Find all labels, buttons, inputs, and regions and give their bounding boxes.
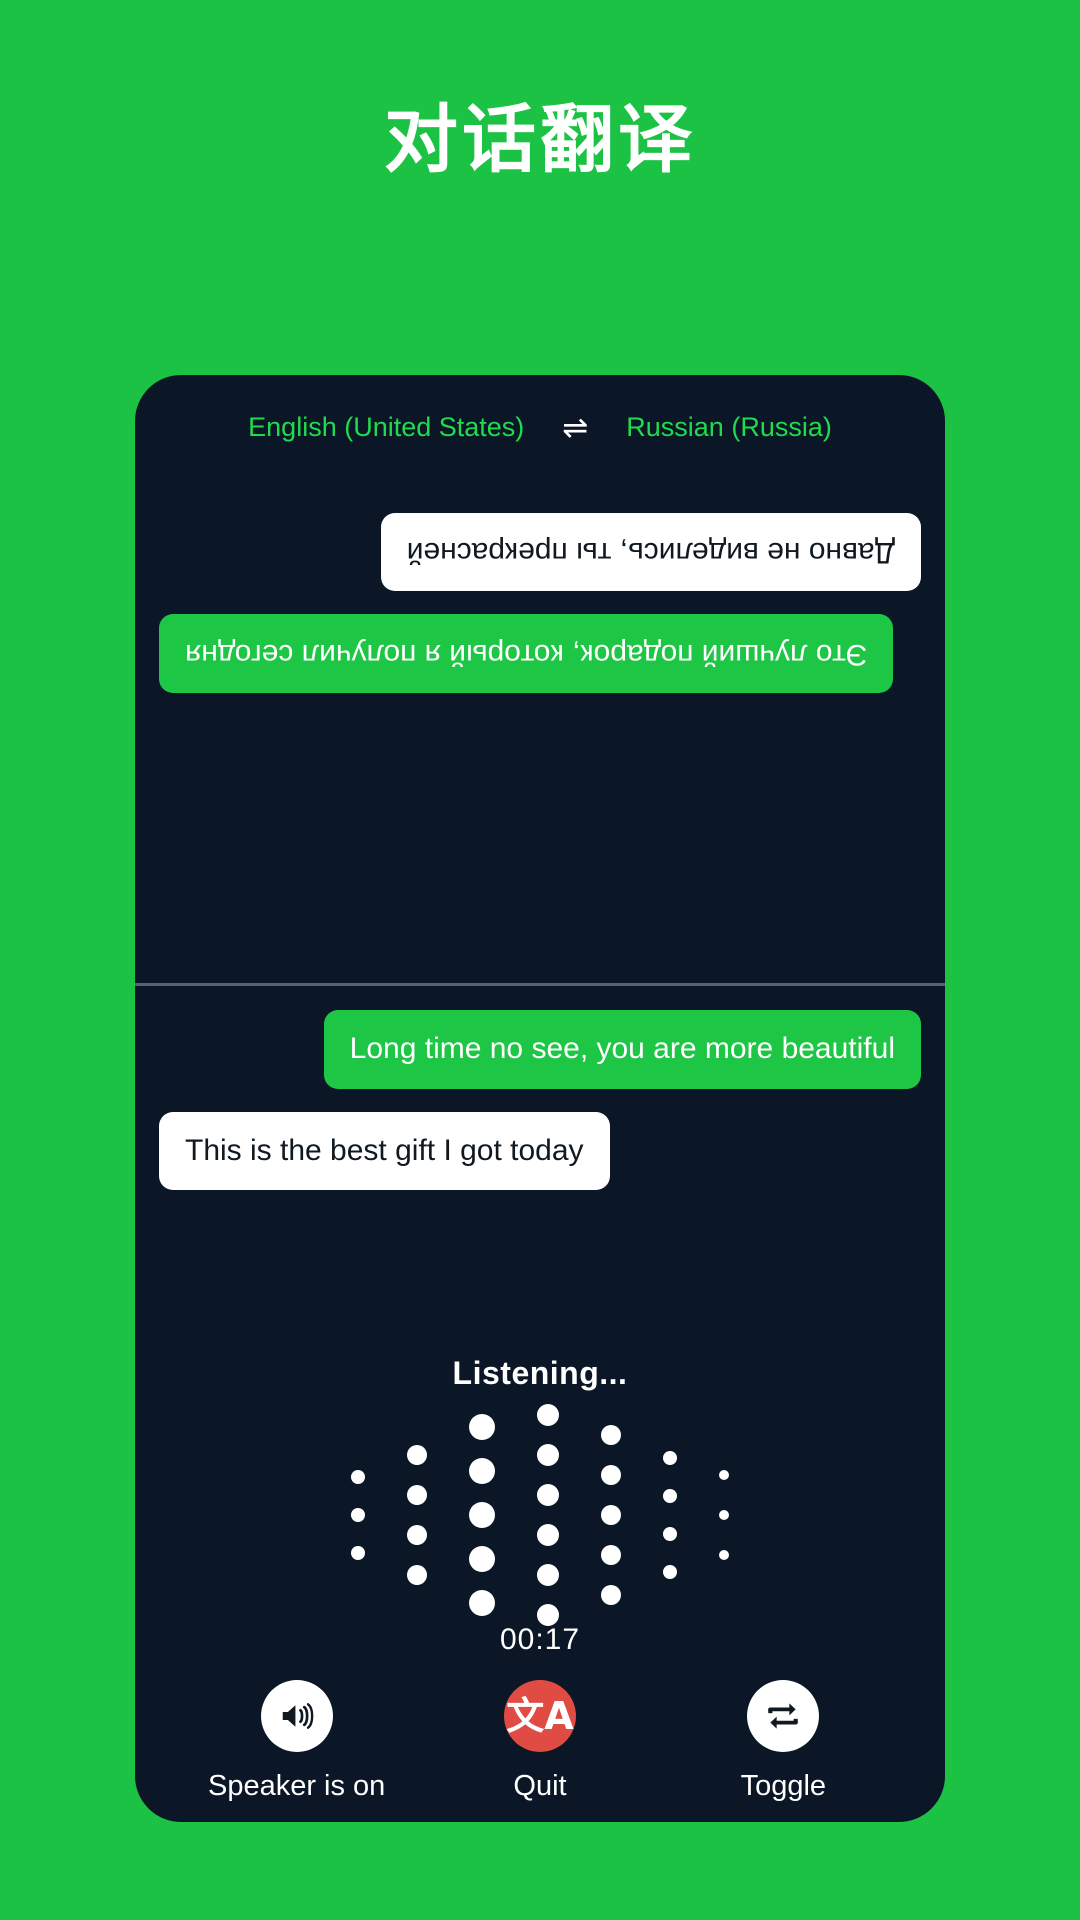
waveform-dot — [351, 1546, 365, 1560]
quit-button[interactable]: 文A Quit — [425, 1680, 655, 1803]
recording-timer: 00:17 — [499, 1623, 581, 1656]
message-bubble: Long time no see, you are more beautiful — [323, 1010, 921, 1089]
waveform-dot — [663, 1565, 677, 1579]
waveform-dot — [407, 1445, 427, 1465]
translate-icon: 文A — [506, 1694, 574, 1738]
waveform-dot — [537, 1564, 559, 1586]
waveform-dot — [469, 1546, 495, 1572]
speaker-button[interactable]: Speaker is on — [182, 1680, 412, 1803]
waveform-dot — [351, 1508, 365, 1522]
toggle-button-circle[interactable] — [747, 1680, 820, 1752]
waveform-dot — [663, 1451, 677, 1465]
waveform-dot — [601, 1545, 621, 1565]
waveform-dot — [351, 1470, 365, 1484]
quit-button-label: Quit — [513, 1770, 567, 1802]
phone-card: English (United States) ⇌ Russian (Russi… — [135, 375, 945, 1822]
waveform-dot — [601, 1585, 621, 1605]
local-conversation-pane: Long time no see, you are more beautiful… — [135, 986, 945, 1286]
waveform-dot — [469, 1502, 495, 1528]
local-message-list: Long time no see, you are more beautiful… — [135, 1010, 945, 1190]
remote-message-list: Это лучший подарок, который я получил се… — [135, 485, 945, 693]
waveform-column — [351, 1470, 365, 1560]
waveform-column — [537, 1404, 559, 1626]
waveform-dot — [469, 1590, 495, 1616]
waveform-dot — [537, 1404, 559, 1426]
waveform-dot — [537, 1444, 559, 1466]
waveform-dot — [601, 1465, 621, 1485]
waveform-column — [719, 1470, 729, 1560]
page-title: 对话翻译 — [384, 97, 696, 183]
waveform-dot — [601, 1425, 621, 1445]
audio-waveform — [135, 1404, 945, 1626]
language-selector-bar: English (United States) ⇌ Russian (Russi… — [135, 412, 945, 443]
swap-repeat-icon — [768, 1703, 799, 1729]
waveform-dot — [719, 1470, 729, 1480]
toggle-button[interactable]: Toggle — [668, 1680, 898, 1803]
waveform-dot — [407, 1525, 427, 1545]
speaker-on-icon — [282, 1703, 313, 1729]
waveform-dot — [469, 1414, 495, 1440]
waveform-dot — [663, 1527, 677, 1541]
speaker-button-label: Speaker is on — [207, 1770, 386, 1802]
message-bubble: Это лучший подарок, который я получил се… — [159, 614, 894, 693]
source-language-label[interactable]: English (United States) — [248, 412, 524, 443]
waveform-dot — [719, 1550, 729, 1560]
waveform-dot — [407, 1565, 427, 1585]
swap-horizontal-icon[interactable]: ⇌ — [560, 412, 590, 443]
waveform-column — [663, 1451, 677, 1579]
speaker-button-circle[interactable] — [260, 1680, 333, 1752]
waveform-dot — [537, 1524, 559, 1546]
listening-status-text: Listening... — [452, 1355, 628, 1391]
quit-button-circle[interactable]: 文A — [503, 1680, 576, 1752]
waveform-column — [407, 1445, 427, 1585]
waveform-dot — [663, 1489, 677, 1503]
target-language-label[interactable]: Russian (Russia) — [626, 412, 832, 443]
waveform-column — [601, 1425, 621, 1605]
waveform-dot — [719, 1510, 729, 1520]
toggle-button-label: Toggle — [740, 1770, 827, 1802]
waveform-dot — [537, 1484, 559, 1506]
remote-conversation-pane: Это лучший подарок, который я получил се… — [135, 485, 945, 985]
waveform-dot — [469, 1458, 495, 1484]
waveform-column — [469, 1414, 495, 1616]
waveform-dot — [407, 1485, 427, 1505]
message-bubble: Давно не виделись, ты прекрасней — [380, 513, 921, 592]
waveform-dot — [601, 1505, 621, 1525]
message-bubble: This is the best gift I got today — [159, 1111, 610, 1190]
control-bar: Speaker is on 文A Quit Toggle — [135, 1680, 945, 1803]
